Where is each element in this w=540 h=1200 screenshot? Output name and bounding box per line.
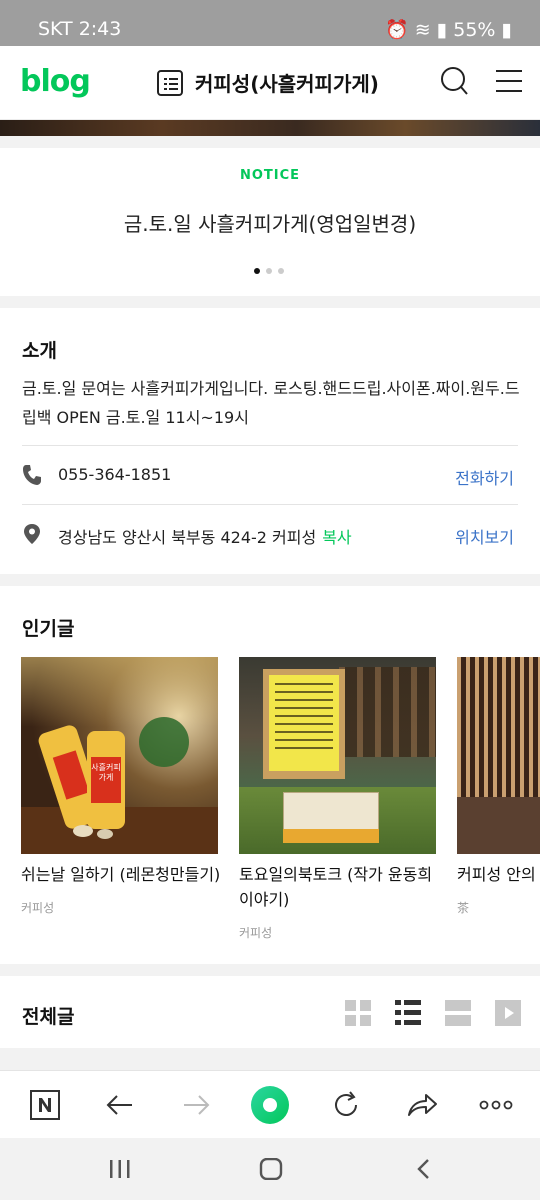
call-button[interactable]: 전화하기 [455, 465, 514, 489]
post-title[interactable]: 커피성 안의 차/Matcha [457, 862, 540, 887]
intro-section: 소개 금.토.일 문여는 사흘커피가게입니다. 로스팅.핸드드립.사이폰.짜이.… [0, 308, 540, 574]
search-icon[interactable] [440, 66, 468, 96]
status-right: ⏰ ≋ ▮ 55% ▮ [385, 18, 512, 41]
browser-toolbar [0, 1070, 540, 1138]
pagination-dot [266, 268, 272, 274]
all-posts-section: 전체글 [0, 976, 540, 1048]
popular-post-card[interactable]: 사흘커피가게 쉬는날 일하기 (레몬청만들기) 커피성 [21, 657, 221, 916]
copy-address-button[interactable]: 복사 [322, 528, 351, 547]
signal-icon: ▮ [436, 19, 448, 41]
post-title[interactable]: 쉬는날 일하기 (레몬청만들기) [21, 862, 221, 887]
all-posts-title: 전체글 [22, 1006, 75, 1028]
view-location-button[interactable]: 위치보기 [455, 524, 514, 548]
blog-logo[interactable]: blog [20, 64, 91, 99]
divider [22, 445, 518, 446]
back-arrow-icon[interactable] [102, 1087, 138, 1123]
intro-title: 소개 [22, 340, 57, 362]
notice-title[interactable]: 금.토.일 사흘커피가게(영업일변경) [0, 208, 540, 237]
divider [22, 504, 518, 505]
video-view-icon[interactable] [495, 1000, 521, 1026]
blog-title: 커피성(사흘커피가게) [195, 72, 379, 96]
popular-post-card[interactable]: 커피성 안의 차/Matcha 茶 [457, 657, 540, 916]
post-category: 커피성 [239, 926, 273, 940]
menu-icon[interactable] [496, 70, 522, 92]
address-text: 경상남도 양산시 북부동 424-2 커피성 [58, 528, 317, 547]
cover-image [0, 120, 540, 136]
status-bar: SKT 2:43 ⏰ ≋ ▮ 55% ▮ [0, 0, 540, 46]
share-icon[interactable] [404, 1087, 440, 1123]
popular-posts-section: 인기글 사흘커피가게 쉬는날 일하기 (레몬청만들기) 커피성 토요일의북토크 … [0, 586, 540, 964]
battery-level: 55% [453, 19, 496, 41]
home-button-icon[interactable] [259, 1158, 283, 1180]
list-icon [157, 69, 183, 96]
status-time: SKT 2:43 [38, 18, 122, 40]
notice-section[interactable]: NOTICE 금.토.일 사흘커피가게(영업일변경) [0, 148, 540, 296]
notice-label: NOTICE [239, 168, 301, 183]
pagination-dot [278, 268, 284, 274]
post-thumbnail[interactable] [457, 657, 540, 854]
post-title[interactable]: 토요일의북토크 (작가 윤동희 이야기) [239, 862, 439, 912]
wifi-icon: ≋ [414, 19, 431, 41]
more-icon[interactable] [478, 1087, 514, 1123]
back-button-icon[interactable] [412, 1158, 436, 1180]
refresh-icon[interactable] [328, 1087, 364, 1123]
card-view-icon[interactable] [445, 1000, 471, 1026]
post-category: 茶 [457, 901, 470, 915]
pagination-dot-active [254, 268, 260, 274]
recent-apps-icon[interactable] [108, 1158, 132, 1180]
view-mode-selector [345, 1000, 521, 1026]
address-text-wrap: 경상남도 양산시 북부동 424-2 커피성 복사 [58, 524, 352, 548]
phone-row: 055-364-1851 전화하기 [22, 460, 518, 490]
thumbnail-label: 사흘커피가게 [91, 757, 121, 803]
alarm-icon: ⏰ [385, 19, 409, 41]
grid-view-icon[interactable] [345, 1000, 371, 1026]
phone-icon [23, 465, 41, 485]
location-pin-icon [24, 524, 40, 544]
post-thumbnail[interactable] [239, 657, 436, 854]
system-navigation-bar [0, 1138, 540, 1200]
post-thumbnail[interactable]: 사흘커피가게 [21, 657, 218, 854]
phone-number: 055-364-1851 [58, 465, 172, 484]
app-header: blog 커피성(사흘커피가게) [0, 46, 540, 120]
post-category: 커피성 [21, 901, 55, 915]
address-row: 경상남도 양산시 북부동 424-2 커피성 복사 위치보기 [22, 519, 518, 549]
notice-pagination [254, 268, 284, 274]
intro-description: 금.토.일 문여는 사흘커피가게입니다. 로스팅.핸드드립.사이폰.짜이.원두.… [22, 379, 520, 427]
blog-title-area[interactable]: 커피성(사흘커피가게) [157, 68, 379, 97]
naver-home-icon[interactable] [250, 1085, 290, 1125]
popular-post-card[interactable]: 토요일의북토크 (작가 윤동희 이야기) 커피성 [239, 657, 436, 941]
popular-title: 인기글 [22, 618, 75, 640]
list-view-icon[interactable] [395, 1000, 421, 1026]
battery-icon: ▮ [501, 19, 512, 41]
naver-n-icon[interactable] [27, 1087, 63, 1123]
forward-arrow-icon[interactable] [178, 1087, 214, 1123]
